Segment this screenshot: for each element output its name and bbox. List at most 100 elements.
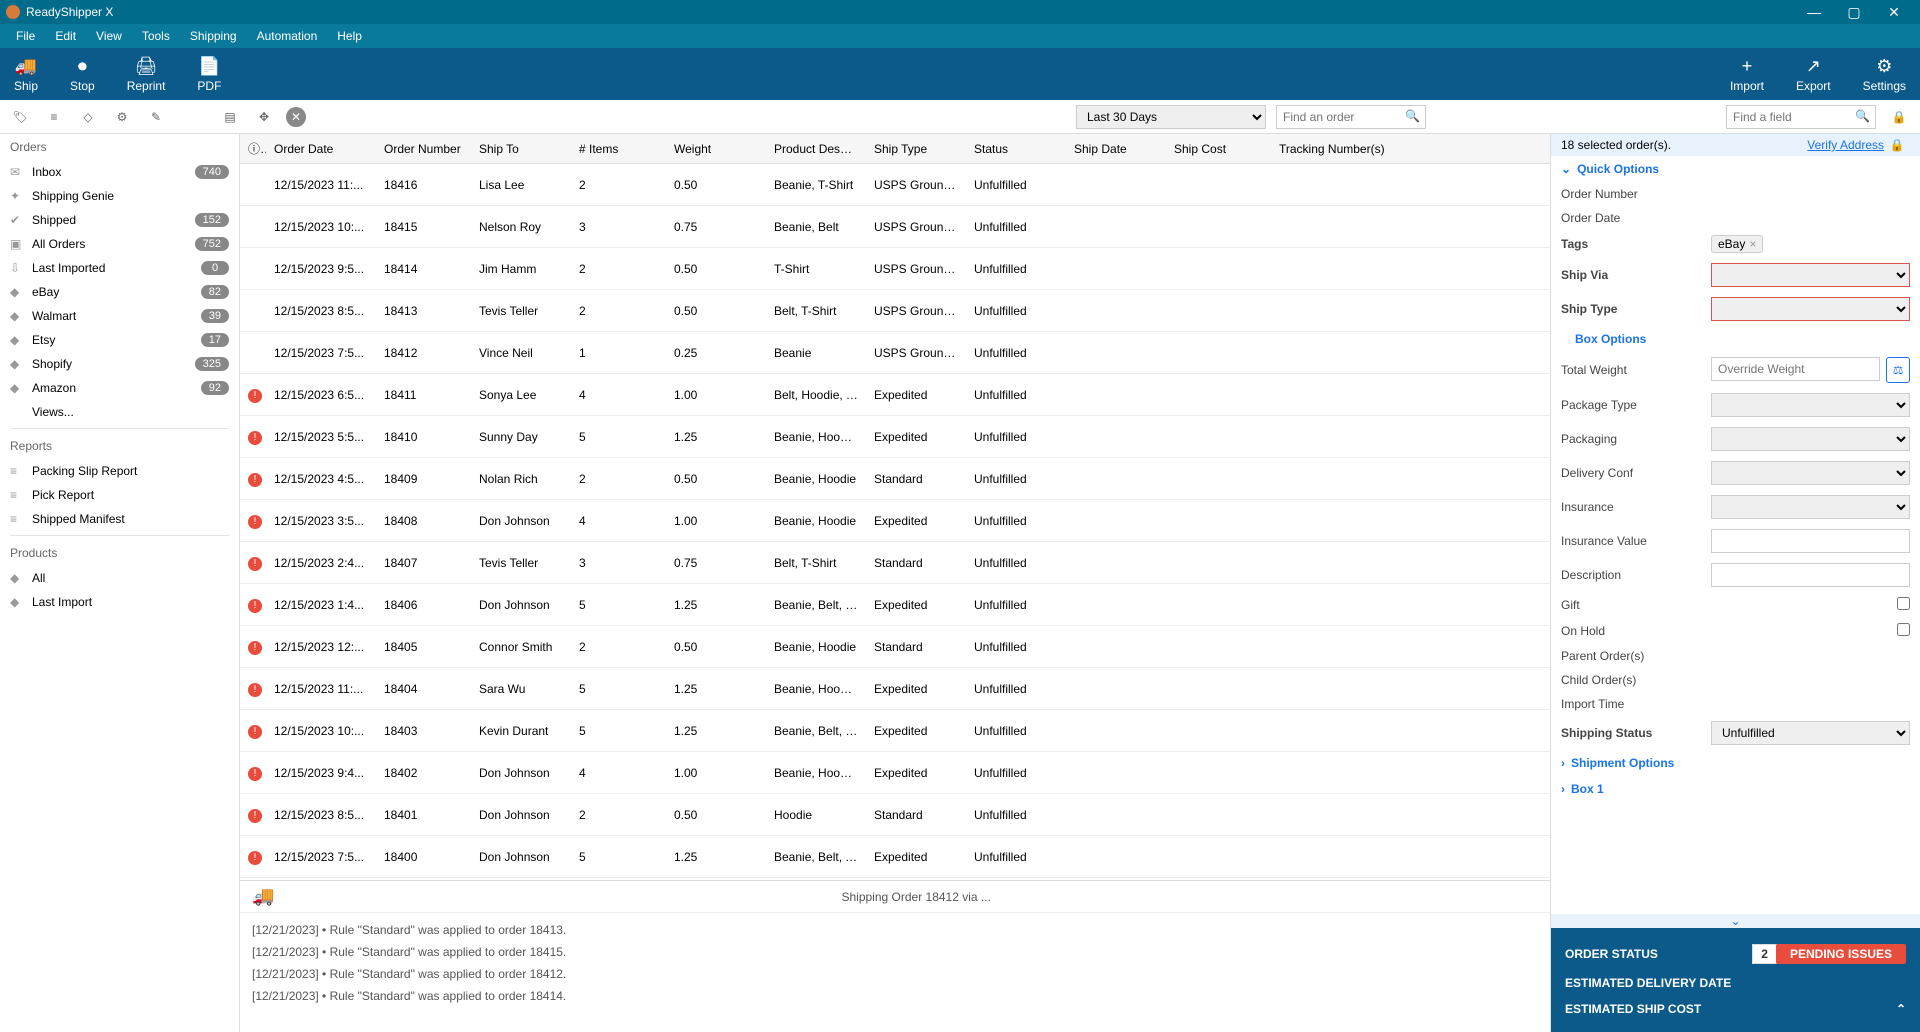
- sidebar-item[interactable]: ◆Walmart39: [0, 304, 239, 328]
- shipping-status-select[interactable]: Unfulfilled: [1711, 721, 1910, 745]
- table-row[interactable]: !12/15/2023 5:5...18410Sunny Day51.25Bea…: [240, 416, 1550, 458]
- insurance-value-input[interactable]: [1711, 529, 1910, 553]
- menu-file[interactable]: File: [6, 26, 45, 46]
- col-status[interactable]: Status: [966, 142, 1066, 156]
- box-options-header[interactable]: Box Options: [1561, 326, 1910, 352]
- table-row[interactable]: !12/15/2023 1:4...18406Don Johnson51.25B…: [240, 584, 1550, 626]
- stop-button[interactable]: ⏺Stop: [70, 56, 95, 93]
- gift-checkbox[interactable]: [1897, 597, 1910, 610]
- doc-icon[interactable]: ▤: [218, 105, 242, 129]
- description-input[interactable]: [1711, 563, 1910, 587]
- sidebar-item[interactable]: ◆Etsy17: [0, 328, 239, 352]
- lock-icon[interactable]: 🔒: [1884, 138, 1910, 152]
- menu-edit[interactable]: Edit: [45, 26, 86, 46]
- shipment-options-header[interactable]: ›Shipment Options: [1561, 750, 1910, 776]
- tag-icon[interactable]: 🏷: [8, 105, 32, 129]
- menu-help[interactable]: Help: [327, 26, 372, 46]
- table-row[interactable]: !12/15/2023 3:5...18408Don Johnson41.00B…: [240, 500, 1550, 542]
- col-items[interactable]: # Items: [571, 142, 666, 156]
- col-weight[interactable]: Weight: [666, 142, 766, 156]
- verify-address-link[interactable]: Verify Address: [1807, 138, 1884, 152]
- ship-button[interactable]: 🚚Ship: [14, 56, 38, 93]
- table-row[interactable]: 12/15/2023 7:5...18412Vince Neil10.25Bea…: [240, 332, 1550, 374]
- table-row[interactable]: !12/15/2023 8:5...18401Don Johnson20.50H…: [240, 794, 1550, 836]
- sidebar-item[interactable]: ⇩Last Imported0: [0, 256, 239, 280]
- box1-header[interactable]: ›Box 1: [1561, 776, 1910, 802]
- reprint-button[interactable]: 🖨Reprint: [127, 56, 166, 93]
- move-icon[interactable]: ✥: [252, 105, 276, 129]
- chevron-up-icon[interactable]: ⌃: [1896, 1002, 1906, 1016]
- find-order-input[interactable]: [1276, 105, 1426, 129]
- find-field-input[interactable]: [1726, 105, 1876, 129]
- delivery-conf-select[interactable]: [1711, 461, 1910, 485]
- insurance-select[interactable]: [1711, 495, 1910, 519]
- sidebar-item-label: Last Imported: [32, 261, 201, 275]
- quick-options-header[interactable]: ⌄Quick Options: [1561, 156, 1910, 182]
- sidebar-item[interactable]: ✔Shipped152: [0, 208, 239, 232]
- table-row[interactable]: !12/15/2023 10:...18403Kevin Durant51.25…: [240, 710, 1550, 752]
- sidebar-item[interactable]: ◆eBay82: [0, 280, 239, 304]
- sidebar-item[interactable]: ◆Shopify325: [0, 352, 239, 376]
- table-row[interactable]: !12/15/2023 11:...18404Sara Wu51.25Beani…: [240, 668, 1550, 710]
- close-button[interactable]: ✕: [1874, 4, 1914, 21]
- pdf-button[interactable]: 📄PDF: [197, 56, 221, 93]
- tag-ebay[interactable]: eBay×: [1711, 235, 1763, 253]
- sidebar-item[interactable]: ✦Shipping Genie: [0, 184, 239, 208]
- table-row[interactable]: 12/15/2023 8:5...18413Tevis Teller20.50B…: [240, 290, 1550, 332]
- table-row[interactable]: 12/15/2023 10:...18415Nelson Roy30.75Bea…: [240, 206, 1550, 248]
- lock-icon[interactable]: 🔒: [1886, 110, 1912, 124]
- sidebar-item[interactable]: ◆All: [0, 566, 239, 590]
- sidebar-item[interactable]: ≡Pick Report: [0, 483, 239, 507]
- on-hold-checkbox[interactable]: [1897, 623, 1910, 636]
- col-ship-cost[interactable]: Ship Cost: [1166, 142, 1271, 156]
- table-row[interactable]: !12/15/2023 12:...18405Connor Smith20.50…: [240, 626, 1550, 668]
- col-ship-type[interactable]: Ship Type: [866, 142, 966, 156]
- gear-small-icon[interactable]: ⚙: [110, 105, 134, 129]
- sidebar-item[interactable]: Views...: [0, 400, 239, 424]
- menu-tools[interactable]: Tools: [132, 26, 180, 46]
- sidebar-item[interactable]: ≡Shipped Manifest: [0, 507, 239, 531]
- table-row[interactable]: !12/15/2023 2:4...18407Tevis Teller30.75…: [240, 542, 1550, 584]
- pending-issues-badge[interactable]: PENDING ISSUES: [1776, 944, 1906, 964]
- weight-input[interactable]: [1711, 357, 1880, 381]
- col-tracking[interactable]: Tracking Number(s): [1271, 142, 1550, 156]
- table-row[interactable]: 12/15/2023 9:5...18414Jim Hamm20.50T-Shi…: [240, 248, 1550, 290]
- clear-icon[interactable]: ✕: [286, 107, 306, 127]
- col-order-date[interactable]: Order Date: [266, 142, 376, 156]
- maximize-button[interactable]: ▢: [1834, 4, 1874, 21]
- menu-view[interactable]: View: [86, 26, 132, 46]
- table-row[interactable]: !12/15/2023 4:5...18409Nolan Rich20.50Be…: [240, 458, 1550, 500]
- lines-icon[interactable]: ≡: [42, 105, 66, 129]
- minimize-button[interactable]: —: [1794, 4, 1834, 20]
- sidebar-item[interactable]: ▣All Orders752: [0, 232, 239, 256]
- ship-via-select[interactable]: [1711, 263, 1910, 287]
- wand-icon[interactable]: ✎: [144, 105, 168, 129]
- col-ship-to[interactable]: Ship To: [471, 142, 571, 156]
- label-icon[interactable]: ◇: [76, 105, 100, 129]
- menu-automation[interactable]: Automation: [247, 26, 328, 46]
- package-type-select[interactable]: [1711, 393, 1910, 417]
- settings-button[interactable]: ⚙Settings: [1863, 56, 1906, 93]
- col-product[interactable]: Product Descri...: [766, 142, 866, 156]
- col-ship-date[interactable]: Ship Date: [1066, 142, 1166, 156]
- menu-shipping[interactable]: Shipping: [180, 26, 247, 46]
- export-button[interactable]: ↗Export: [1796, 56, 1831, 93]
- sidebar-item[interactable]: ✉Inbox740: [0, 160, 239, 184]
- table-row[interactable]: 12/15/2023 11:...18416Lisa Lee20.50Beani…: [240, 164, 1550, 206]
- date-range-select[interactable]: Last 30 Days: [1076, 105, 1266, 129]
- table-row[interactable]: !12/15/2023 9:4...18402Don Johnson41.00B…: [240, 752, 1550, 794]
- sidebar-item[interactable]: ◆Amazon92: [0, 376, 239, 400]
- sidebar-item[interactable]: ◆Last Import: [0, 590, 239, 614]
- table-row[interactable]: !12/15/2023 7:5...18400Don Johnson51.25B…: [240, 836, 1550, 878]
- collapse-handle[interactable]: ⌄: [1551, 914, 1920, 928]
- ship-type-select[interactable]: [1711, 297, 1910, 321]
- sidebar-item[interactable]: ≡Packing Slip Report: [0, 459, 239, 483]
- table-row[interactable]: !12/15/2023 6:5...18411Sonya Lee41.00Bel…: [240, 374, 1550, 416]
- import-button[interactable]: +Import: [1730, 56, 1764, 93]
- col-alert[interactable]: ⓘ: [240, 140, 266, 157]
- packaging-select[interactable]: [1711, 427, 1910, 451]
- scale-icon[interactable]: ⚖: [1886, 357, 1910, 383]
- tag-remove-icon[interactable]: ×: [1749, 237, 1756, 251]
- count-badge: 82: [201, 285, 229, 299]
- col-order-number[interactable]: Order Number: [376, 142, 471, 156]
